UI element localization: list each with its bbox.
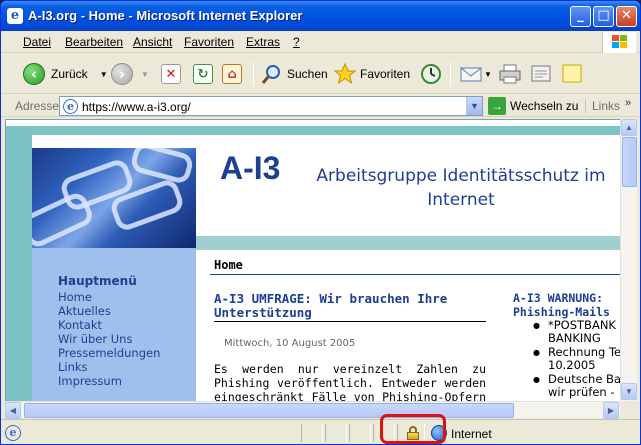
refresh-icon: ↻	[193, 64, 213, 84]
note-icon	[562, 64, 582, 83]
menu-favoriten[interactable]: Favoriten	[184, 35, 234, 49]
nav-link-home[interactable]: Home	[58, 290, 160, 304]
minimize-button[interactable]: _	[570, 6, 591, 27]
home-button[interactable]: ⌂	[222, 60, 242, 88]
menu-help[interactable]: ?	[293, 35, 300, 49]
links-toolbar[interactable]: Links	[585, 99, 620, 113]
nav-link-kontakt[interactable]: Kontakt	[58, 318, 160, 332]
lock-highlight-annotation	[380, 414, 446, 444]
article-title[interactable]: A-I3 UMFRAGE: Wir brauchen Ihre Unterstü…	[214, 292, 486, 320]
article-body: Es werden nur vereinzelt Zahlen zu Phish…	[214, 362, 486, 401]
status-segment	[349, 424, 371, 442]
page-viewport: A-I3 Arbeitsgruppe Identitätsschutz im I…	[5, 119, 620, 401]
mail-button[interactable]: ▼	[459, 60, 492, 88]
printer-icon	[499, 64, 521, 84]
scrollbar-corner	[620, 401, 637, 418]
vertical-scrollbar[interactable]: ▲ ▼	[620, 119, 637, 401]
edit-button[interactable]	[529, 60, 553, 88]
forward-arrow-icon: ›	[111, 63, 133, 85]
address-label: Adresse	[15, 99, 60, 113]
status-segment	[325, 424, 347, 442]
security-zone-label[interactable]: Internet	[451, 427, 492, 441]
mail-icon	[460, 67, 482, 82]
menu-bar: Datei Bearbeiten Ansicht Favoriten Extra…	[1, 31, 640, 53]
nav-link-wir-ueber-uns[interactable]: Wir über Uns	[58, 332, 160, 346]
history-button[interactable]	[419, 60, 443, 88]
edit-page-icon	[531, 65, 551, 82]
scroll-up-icon[interactable]: ▲	[621, 119, 637, 136]
ie-logo-icon: e	[7, 8, 23, 24]
vertical-scroll-thumb[interactable]	[622, 137, 637, 187]
standard-toolbar: ‹ Zurück ▼ › ▼ ✕ ↻ ⌂ Suchen Favoriten ▼	[1, 54, 640, 94]
scroll-left-icon[interactable]: ◀	[5, 402, 21, 419]
scroll-right-icon[interactable]: ▶	[603, 402, 619, 419]
article-divider	[214, 321, 486, 322]
main-menu-title: Hauptmenü	[58, 274, 137, 288]
warning-list: *POSTBANK BANKING Rechnung Te 10.2005 De…	[513, 319, 620, 400]
address-url[interactable]: https://www.a-i3.org/	[82, 100, 191, 114]
go-arrow-icon: →	[488, 97, 506, 115]
print-button[interactable]	[498, 60, 522, 88]
main-menu-panel: Hauptmenü Home Aktuelles Kontakt Wir übe…	[32, 248, 196, 401]
stop-icon: ✕	[161, 64, 181, 84]
messenger-button[interactable]	[560, 60, 584, 88]
main-menu-list: Home Aktuelles Kontakt Wir über Uns Pres…	[58, 290, 160, 388]
forward-button[interactable]: › ▼	[111, 60, 149, 88]
forward-dropdown-icon[interactable]: ▼	[141, 70, 149, 79]
nav-link-pressemeldungen[interactable]: Pressemeldungen	[58, 346, 160, 360]
page-icon: e	[63, 99, 78, 114]
warning-item[interactable]: Rechnung Te 10.2005	[513, 346, 620, 372]
search-button[interactable]: Suchen	[261, 60, 328, 88]
warning-title[interactable]: A-I3 WARNUNG: Phishing-Mails	[513, 291, 620, 319]
back-button[interactable]: ‹ Zurück ▼	[23, 60, 108, 88]
left-strip	[6, 126, 32, 401]
go-button[interactable]: → Wechseln zu	[488, 97, 578, 115]
breadcrumb-home: Home	[214, 258, 243, 272]
history-icon	[421, 64, 441, 84]
nav-link-impressum[interactable]: Impressum	[58, 374, 160, 388]
warning-item[interactable]: Deutsche Ba wir prüfen -	[513, 373, 620, 399]
maximize-button[interactable]: □	[593, 6, 614, 27]
stop-button[interactable]: ✕	[161, 60, 181, 88]
nav-link-links[interactable]: Links	[58, 360, 160, 374]
close-button[interactable]: ✕	[616, 6, 637, 27]
status-bar: e Internet	[1, 419, 640, 444]
back-arrow-icon: ‹	[23, 63, 45, 85]
search-icon	[261, 65, 280, 84]
browser-window: e A-I3.org - Home - Microsoft Internet E…	[0, 0, 641, 445]
chain-logo-image	[32, 148, 196, 248]
site-subtitle: Arbeitsgruppe Identitätsschutz im Intern…	[316, 166, 606, 210]
windows-logo-icon	[602, 32, 636, 53]
menu-bearbeiten[interactable]: Bearbeiten	[65, 35, 123, 49]
header-band	[196, 236, 620, 250]
address-bar: Adresse e https://www.a-i3.org/ ▼ → Wech…	[1, 95, 640, 117]
address-dropdown-icon[interactable]: ▼	[466, 97, 482, 115]
mail-dropdown-icon[interactable]: ▼	[484, 70, 492, 79]
toolbar-separator	[450, 62, 451, 86]
site-title: A-I3	[220, 150, 281, 186]
favorites-button[interactable]: Favoriten	[334, 60, 410, 88]
chevron-right-icon[interactable]: »	[625, 97, 631, 109]
article-date: Mittwoch, 10 August 2005	[224, 338, 356, 349]
favorites-star-icon	[334, 63, 356, 85]
refresh-button[interactable]: ↻	[193, 60, 213, 88]
nav-link-aktuelles[interactable]: Aktuelles	[58, 304, 160, 318]
scroll-down-icon[interactable]: ▼	[621, 383, 637, 400]
menu-extras[interactable]: Extras	[246, 35, 280, 49]
warning-item[interactable]: *POSTBANK BANKING	[513, 319, 620, 345]
status-segment	[301, 424, 323, 442]
back-dropdown-icon[interactable]: ▼	[100, 70, 108, 79]
header-strip	[6, 126, 620, 135]
title-bar[interactable]: e A-I3.org - Home - Microsoft Internet E…	[1, 1, 640, 31]
address-input[interactable]: e https://www.a-i3.org/ ▼	[59, 96, 483, 116]
web-page: A-I3 Arbeitsgruppe Identitätsschutz im I…	[6, 120, 620, 401]
window-title: A-I3.org - Home - Microsoft Internet Exp…	[28, 8, 303, 23]
menu-ansicht[interactable]: Ansicht	[133, 35, 172, 49]
horizontal-scrollbar[interactable]: ◀ ▶	[5, 401, 620, 419]
toolbar-separator	[253, 62, 254, 86]
home-icon: ⌂	[222, 64, 242, 84]
breadcrumb: Home	[210, 257, 620, 275]
menu-datei[interactable]: Datei	[23, 35, 51, 49]
status-page-icon: e	[5, 425, 21, 441]
